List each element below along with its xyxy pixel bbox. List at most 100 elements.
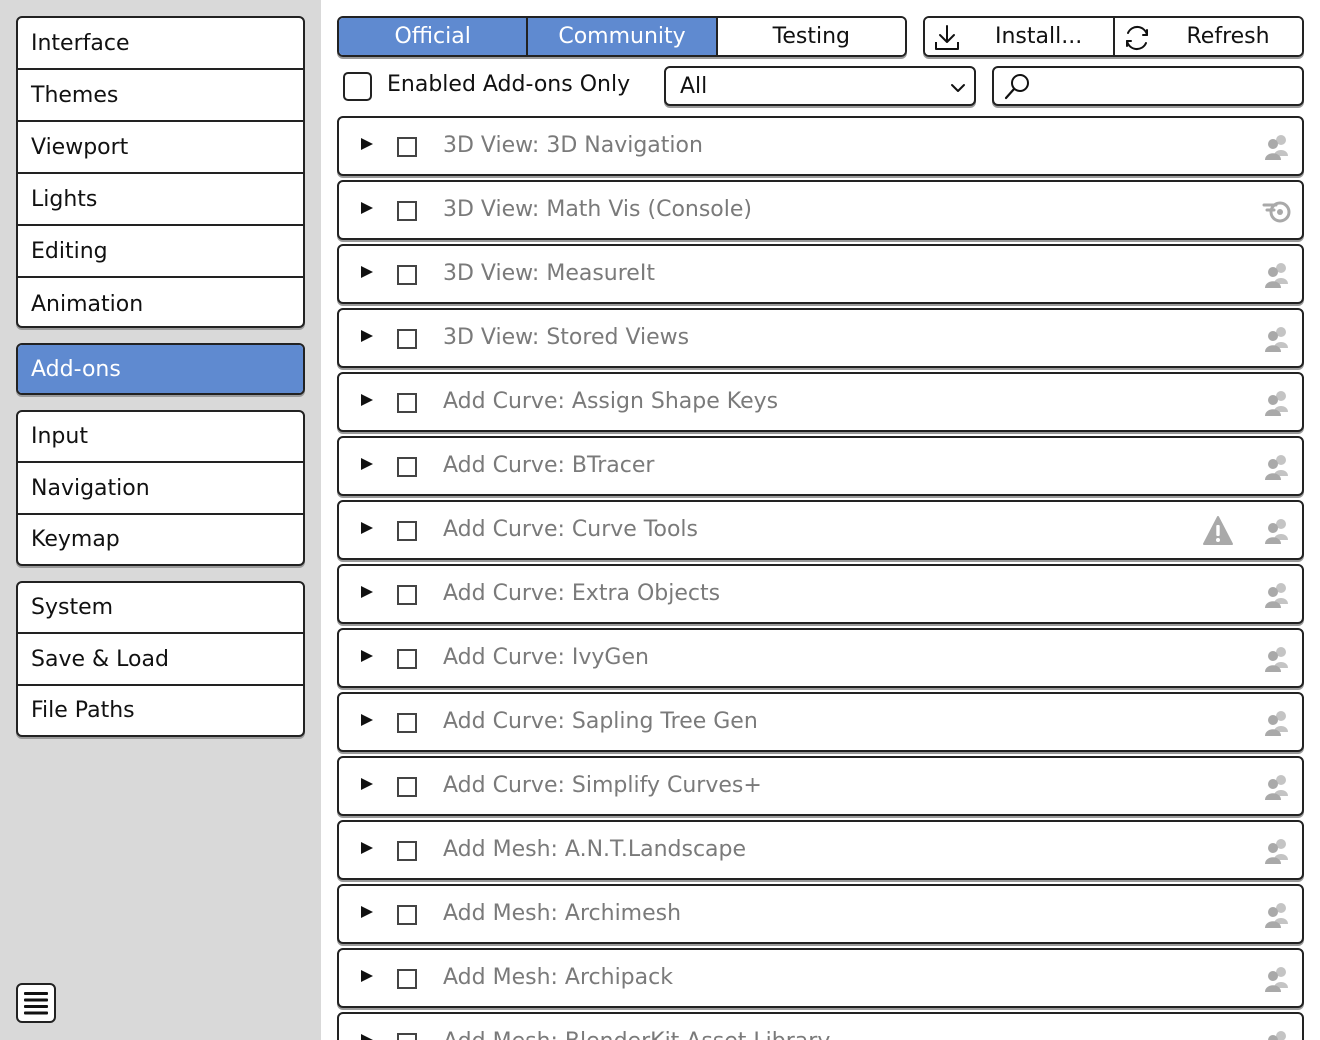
addon-row: Add Mesh: Archimesh [337, 884, 1304, 944]
sidebar-item-file-paths[interactable]: File Paths [18, 686, 303, 735]
addon-enable-checkbox[interactable] [397, 393, 417, 413]
refresh-button[interactable]: Refresh [1114, 18, 1302, 55]
addon-row: 3D View: MeasureIt [337, 244, 1304, 304]
nav-group-general: Interface Themes Viewport Lights Editing… [16, 16, 305, 328]
addon-row: Add Mesh: A.N.T.Landscape [337, 820, 1304, 880]
addon-name: Add Curve: Extra Objects [443, 581, 721, 606]
expand-arrow-icon[interactable] [361, 714, 373, 726]
addon-row: Add Curve: BTracer [337, 436, 1304, 496]
nav-group-addons: Add-ons [16, 343, 305, 395]
sidebar-item-keymap[interactable]: Keymap [18, 515, 303, 564]
expand-arrow-icon[interactable] [361, 650, 373, 662]
expand-arrow-icon[interactable] [361, 586, 373, 598]
support-level-tabs: Official Community Testing [337, 16, 907, 57]
addon-row: Add Curve: Sapling Tree Gen [337, 692, 1304, 752]
expand-arrow-icon[interactable] [361, 906, 373, 918]
expand-arrow-icon[interactable] [361, 522, 373, 534]
addon-enable-checkbox[interactable] [397, 649, 417, 669]
expand-arrow-icon[interactable] [361, 842, 373, 854]
addon-name: Add Curve: Assign Shape Keys [443, 389, 779, 414]
search-field[interactable] [992, 66, 1304, 106]
nav-group-system: System Save & Load File Paths [16, 581, 305, 737]
tab-testing[interactable]: Testing [717, 18, 905, 55]
addon-name: Add Curve: Sapling Tree Gen [443, 709, 758, 734]
addon-enable-checkbox[interactable] [397, 905, 417, 925]
addon-name: Add Curve: Curve Tools [443, 517, 698, 542]
sidebar-item-navigation[interactable]: Navigation [18, 463, 303, 515]
community-icon [1262, 644, 1292, 674]
expand-arrow-icon[interactable] [361, 1034, 373, 1040]
expand-arrow-icon[interactable] [361, 394, 373, 406]
community-icon [1262, 772, 1292, 802]
expand-arrow-icon[interactable] [361, 138, 373, 150]
addon-row: Add Curve: Extra Objects [337, 564, 1304, 624]
category-value: All [680, 74, 708, 99]
enabled-only-label: Enabled Add-ons Only [387, 72, 631, 97]
search-icon [1004, 74, 1029, 100]
sidebar-item-viewport[interactable]: Viewport [18, 122, 303, 174]
addon-enable-checkbox[interactable] [397, 585, 417, 605]
preferences-sidebar: Interface Themes Viewport Lights Editing… [0, 0, 321, 1040]
sidebar-item-animation[interactable]: Animation [18, 278, 303, 326]
install-button[interactable]: Install... [925, 18, 1115, 55]
sidebar-item-save-load[interactable]: Save & Load [18, 634, 303, 686]
addon-enable-checkbox[interactable] [397, 521, 417, 541]
search-input[interactable] [1038, 72, 1296, 100]
preferences-menu-button[interactable] [16, 983, 56, 1023]
expand-arrow-icon[interactable] [361, 970, 373, 982]
addon-enable-checkbox[interactable] [397, 777, 417, 797]
addon-enable-checkbox[interactable] [397, 201, 417, 221]
addon-enable-checkbox[interactable] [397, 265, 417, 285]
addon-enable-checkbox[interactable] [397, 329, 417, 349]
expand-arrow-icon[interactable] [361, 778, 373, 790]
sidebar-item-system[interactable]: System [18, 583, 303, 634]
community-icon [1262, 1028, 1292, 1040]
expand-arrow-icon[interactable] [361, 458, 373, 470]
sidebar-item-themes[interactable]: Themes [18, 70, 303, 122]
community-icon [1262, 836, 1292, 866]
addon-row: Add Curve: Curve Tools [337, 500, 1304, 560]
addon-row: 3D View: Math Vis (Console) [337, 180, 1304, 240]
addon-actions: Install... Refresh [923, 16, 1304, 57]
addon-name: Add Mesh: BlenderKit Asset Library [443, 1029, 830, 1040]
community-icon [1262, 388, 1292, 418]
community-icon [1262, 260, 1292, 290]
addon-row: Add Mesh: BlenderKit Asset Library [337, 1012, 1304, 1040]
addon-name: 3D View: Stored Views [443, 325, 690, 350]
blender-official-icon [1262, 196, 1292, 226]
addon-enable-checkbox[interactable] [397, 1033, 417, 1040]
addon-enable-checkbox[interactable] [397, 713, 417, 733]
sidebar-item-editing[interactable]: Editing [18, 226, 303, 278]
community-icon [1262, 324, 1292, 354]
addon-name: 3D View: 3D Navigation [443, 133, 703, 158]
expand-arrow-icon[interactable] [361, 330, 373, 342]
refresh-label: Refresh [1186, 24, 1270, 49]
tab-community[interactable]: Community [528, 18, 718, 55]
category-dropdown[interactable]: All [664, 66, 976, 106]
addon-enable-checkbox[interactable] [397, 137, 417, 157]
expand-arrow-icon[interactable] [361, 266, 373, 278]
install-label: Install... [995, 24, 1083, 49]
sidebar-item-lights[interactable]: Lights [18, 174, 303, 226]
addon-row: Add Mesh: Archipack [337, 948, 1304, 1008]
addon-enable-checkbox[interactable] [397, 457, 417, 477]
sidebar-item-interface[interactable]: Interface [18, 18, 303, 70]
community-icon [1262, 964, 1292, 994]
expand-arrow-icon[interactable] [361, 202, 373, 214]
addon-row: 3D View: Stored Views [337, 308, 1304, 368]
refresh-icon [1125, 25, 1148, 51]
hamburger-menu-icon [24, 992, 48, 1015]
sidebar-item-addons[interactable]: Add-ons [18, 345, 303, 393]
addon-enable-checkbox[interactable] [397, 841, 417, 861]
community-icon [1262, 516, 1292, 546]
community-icon [1262, 132, 1292, 162]
tab-official[interactable]: Official [339, 18, 529, 55]
warning-icon [1202, 515, 1234, 547]
addon-enable-checkbox[interactable] [397, 969, 417, 989]
sidebar-item-input[interactable]: Input [18, 412, 303, 463]
addon-name: Add Curve: IvyGen [443, 645, 649, 670]
enabled-only-checkbox[interactable] [343, 72, 372, 101]
addon-row: Add Curve: Simplify Curves+ [337, 756, 1304, 816]
community-icon [1262, 452, 1292, 482]
chevron-down-icon [951, 84, 965, 92]
